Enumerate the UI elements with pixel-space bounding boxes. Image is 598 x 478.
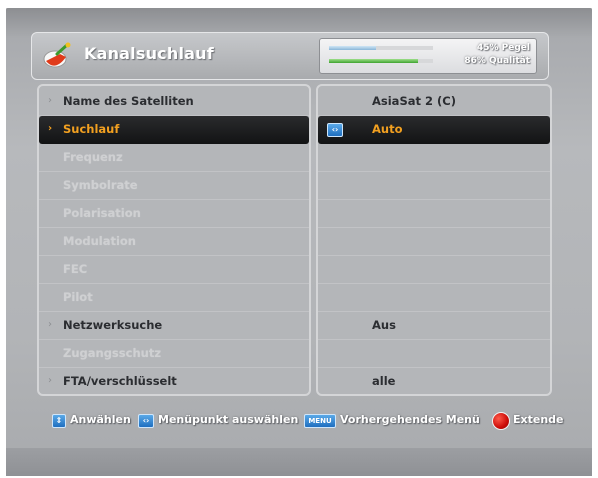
value-modulation bbox=[318, 228, 550, 256]
up-down-arrows-icon: ⇕ bbox=[52, 414, 66, 428]
value-search-mode[interactable]: ‹› Auto bbox=[318, 116, 550, 144]
value-frequency bbox=[318, 144, 550, 172]
signal-level-bar bbox=[329, 46, 433, 50]
value-text: Aus bbox=[372, 318, 396, 332]
menu-item-polarization: Polarisation bbox=[39, 200, 309, 228]
menu-item-label: Frequenz bbox=[63, 150, 123, 164]
red-button-icon bbox=[492, 412, 510, 430]
signal-quality-fill bbox=[329, 59, 419, 63]
signal-quality-bar bbox=[329, 59, 433, 63]
menu-item-access-protection: Zugangsschutz bbox=[39, 340, 309, 368]
menu-item-label: Pilot bbox=[63, 290, 93, 304]
chevron-right-icon: › bbox=[48, 375, 52, 386]
help-bar: ⇕ Anwählen ‹› Menüpunkt auswählen MENU V… bbox=[40, 410, 564, 430]
menu-item-satellite-name[interactable]: › Name des Satelliten bbox=[39, 88, 309, 116]
value-access-protection bbox=[318, 340, 550, 368]
help-select-label: Anwählen bbox=[70, 413, 131, 426]
menu-item-fta-encrypted[interactable]: › FTA/verschlüsselt bbox=[39, 368, 309, 394]
menu-item-search-mode[interactable]: › Suchlauf bbox=[39, 116, 309, 144]
value-satellite-name[interactable]: AsiaSat 2 (C) bbox=[318, 88, 550, 116]
chevron-right-icon: › bbox=[48, 123, 53, 134]
value-list-panel: AsiaSat 2 (C) ‹› Auto Aus alle bbox=[316, 84, 552, 396]
screen-bottom-band bbox=[6, 448, 592, 476]
menu-item-label: Netzwerksuche bbox=[63, 318, 163, 332]
menu-item-label: Zugangsschutz bbox=[63, 346, 162, 360]
value-pilot bbox=[318, 284, 550, 312]
value-fec bbox=[318, 256, 550, 284]
value-polarization bbox=[318, 200, 550, 228]
header-bar: Kanalsuchlauf 45% Pegel 86% Qualität bbox=[31, 32, 549, 80]
menu-item-label: Polarisation bbox=[63, 206, 141, 220]
menu-item-label: Name des Satelliten bbox=[63, 94, 194, 108]
menu-item-fec: FEC bbox=[39, 256, 309, 284]
signal-level-text: 45% Pegel bbox=[476, 43, 530, 53]
menu-item-label: Suchlauf bbox=[63, 122, 120, 136]
chevron-right-icon: › bbox=[48, 319, 52, 330]
menu-item-frequency: Frequenz bbox=[39, 144, 309, 172]
signal-indicator: 45% Pegel 86% Qualität bbox=[319, 38, 537, 74]
help-extended-label: Extende bbox=[513, 413, 564, 426]
left-right-arrows-icon: ‹› bbox=[138, 414, 154, 428]
help-menu-item-label: Menüpunkt auswählen bbox=[158, 413, 299, 426]
signal-quality-text: 86% Qualität bbox=[464, 56, 530, 66]
page-title: Kanalsuchlauf bbox=[84, 44, 214, 63]
menu-item-network-search[interactable]: › Netzwerksuche bbox=[39, 312, 309, 340]
menu-item-label: Modulation bbox=[63, 234, 136, 248]
left-right-arrows-icon: ‹› bbox=[327, 123, 343, 137]
signal-level-fill bbox=[329, 46, 376, 50]
value-text: alle bbox=[372, 374, 396, 388]
chevron-right-icon: › bbox=[48, 95, 52, 106]
menu-item-modulation: Modulation bbox=[39, 228, 309, 256]
menu-button-icon: MENU bbox=[304, 414, 336, 428]
menu-item-label: Symbolrate bbox=[63, 178, 138, 192]
satellite-dish-icon bbox=[43, 42, 71, 68]
value-fta-encrypted[interactable]: alle bbox=[318, 368, 550, 394]
menu-item-label: FEC bbox=[63, 262, 88, 276]
menu-list-panel: › Name des Satelliten › Suchlauf Frequen… bbox=[37, 84, 311, 396]
value-text: AsiaSat 2 (C) bbox=[372, 94, 456, 108]
menu-item-symbol-rate: Symbolrate bbox=[39, 172, 309, 200]
menu-item-label: FTA/verschlüsselt bbox=[63, 374, 177, 388]
help-previous-menu-label: Vorhergehendes Menü bbox=[340, 413, 480, 426]
value-symbol-rate bbox=[318, 172, 550, 200]
value-network-search[interactable]: Aus bbox=[318, 312, 550, 340]
value-text: Auto bbox=[372, 122, 403, 136]
menu-item-pilot: Pilot bbox=[39, 284, 309, 312]
